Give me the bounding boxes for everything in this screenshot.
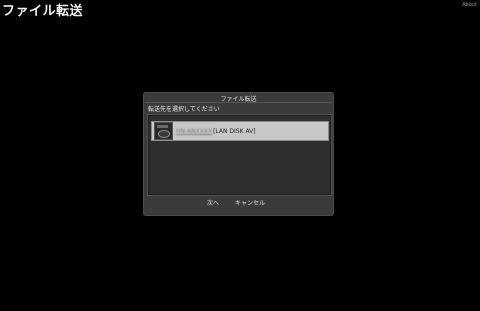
- next-button[interactable]: 次へ: [207, 198, 219, 207]
- destination-item[interactable]: HN-ANXXXX [LAN DISK AV]: [151, 121, 329, 141]
- device-type: [LAN DISK AV]: [213, 127, 256, 135]
- dialog-divider: [145, 102, 332, 103]
- device-name: HN-ANXXXX: [176, 127, 213, 135]
- dialog-subtitle: 転送先を選択してください: [148, 106, 220, 113]
- file-transfer-dialog: ファイル転送 転送先を選択してください HN-ANXXXX [LAN DISK …: [143, 92, 334, 216]
- nas-drive-icon: [154, 122, 173, 140]
- about-link[interactable]: About: [462, 2, 477, 8]
- cancel-button[interactable]: キャンセル: [235, 198, 265, 207]
- app-title: ファイル転送: [2, 4, 84, 19]
- destination-list[interactable]: HN-ANXXXX [LAN DISK AV]: [148, 115, 331, 195]
